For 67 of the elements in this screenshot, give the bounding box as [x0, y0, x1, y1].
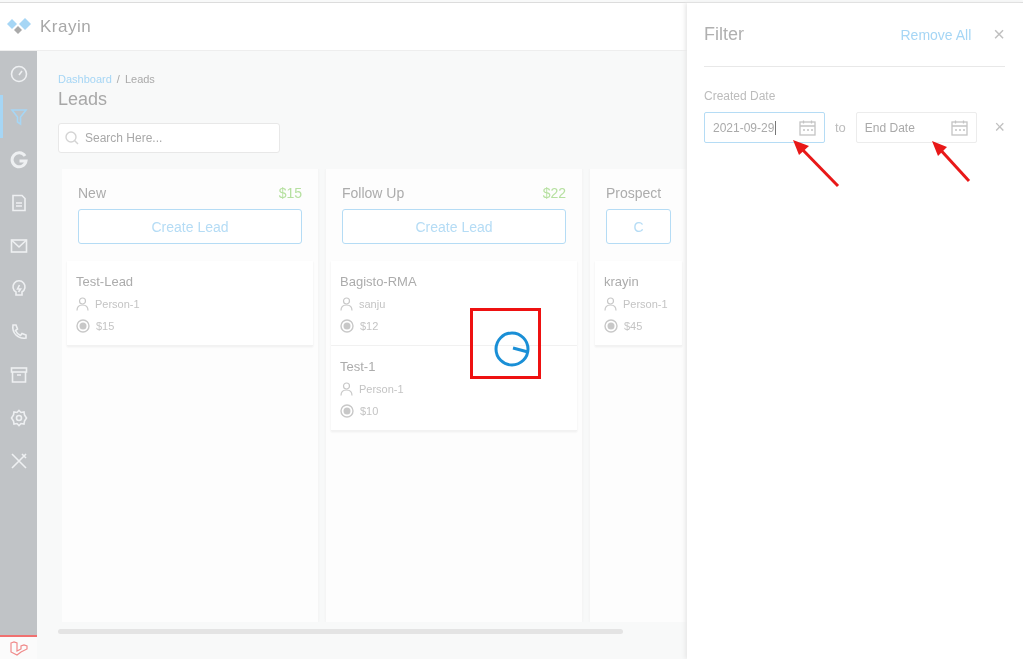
coin-icon	[340, 319, 354, 333]
start-date-field[interactable]: 2021-09-29	[704, 112, 825, 143]
search-field[interactable]: Search Here...	[58, 123, 280, 153]
lead-card[interactable]: krayin Person-1 $45	[595, 261, 682, 346]
search-icon	[65, 131, 79, 145]
lightbulb-icon	[9, 279, 28, 298]
lead-title: Test-Lead	[76, 274, 135, 289]
annotation-arrow	[932, 141, 972, 183]
lead-person: Person-1	[623, 298, 668, 310]
archive-icon	[9, 365, 28, 384]
person-icon	[604, 297, 617, 311]
lead-amount: $45	[624, 320, 643, 332]
clear-button[interactable]: ×	[994, 117, 1005, 138]
cube-icon	[9, 640, 28, 657]
breadcrumb-link[interactable]: Dashboard	[58, 73, 112, 85]
letter-g-icon	[9, 150, 28, 169]
create-lead-button[interactable]: C	[606, 209, 671, 244]
end-date-field[interactable]: End Date	[855, 112, 977, 143]
lead-title: Test-1	[340, 359, 377, 374]
debugbar-button[interactable]	[0, 635, 37, 659]
breadcrumb-separator: /	[116, 73, 120, 85]
field-label: Created Date	[704, 89, 777, 103]
create-lead-button[interactable]: Create Lead	[342, 209, 566, 244]
gauge-icon	[9, 64, 28, 83]
lead-title: krayin	[604, 274, 640, 289]
mail-icon	[9, 236, 28, 255]
remove-all-link[interactable]: Remove All	[900, 26, 972, 43]
document-icon	[9, 193, 28, 212]
panel-title: Filter	[704, 24, 745, 45]
column-title: Follow Up	[342, 185, 405, 201]
lead-amount: $15	[96, 320, 115, 332]
funnel-icon	[9, 107, 28, 126]
range-separator: to	[835, 120, 846, 135]
column-title: Prospect	[606, 185, 662, 201]
calendar-icon	[799, 119, 816, 136]
lead-person: sanju	[359, 298, 386, 310]
lead-person: Person-1	[359, 383, 404, 395]
person-icon	[340, 382, 353, 396]
create-lead-button[interactable]: Create Lead	[78, 209, 302, 244]
column-title: New	[78, 185, 106, 201]
column-total: $22	[542, 185, 566, 201]
coin-icon	[76, 319, 90, 333]
person-icon	[340, 297, 353, 311]
coin-icon	[340, 404, 354, 418]
lead-card[interactable]: Test-Lead Person-1 $15	[67, 261, 313, 346]
lead-amount: $10	[360, 405, 379, 417]
logo-icon	[6, 16, 34, 37]
highlight-box	[470, 308, 541, 379]
tools-icon	[9, 451, 28, 470]
close-button[interactable]: ×	[993, 23, 1005, 46]
annotation-arrow	[792, 140, 842, 188]
breadcrumb-current: Leads	[124, 73, 155, 85]
phone-icon	[9, 322, 28, 341]
calendar-icon	[950, 119, 968, 136]
coin-icon	[604, 319, 618, 333]
lead-title: Bagisto-RMA	[340, 274, 418, 289]
logo-text: Krayin	[40, 16, 92, 37]
loading-icon	[493, 330, 531, 368]
lead-card[interactable]: Test-1 Person-1 $10	[331, 346, 577, 431]
lead-person: Person-1	[95, 298, 140, 310]
lead-card[interactable]: Bagisto-RMA sanju $12	[331, 261, 577, 346]
text-cursor	[775, 120, 777, 135]
page-title: Leads	[58, 89, 108, 110]
column-total: $15	[278, 185, 302, 201]
settings-icon	[9, 408, 28, 427]
person-icon	[76, 297, 89, 311]
lead-amount: $12	[360, 320, 379, 332]
